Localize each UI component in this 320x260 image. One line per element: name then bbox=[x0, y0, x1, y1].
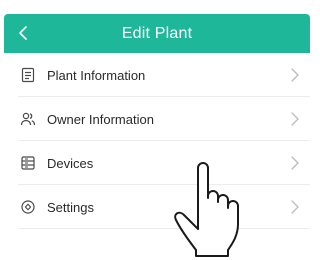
menu-item-label: Settings bbox=[47, 199, 94, 215]
app-header: Edit Plant bbox=[4, 14, 310, 53]
settings-icon bbox=[19, 198, 37, 216]
chevron-left-icon[interactable] bbox=[14, 23, 34, 43]
menu-item-label: Owner Information bbox=[47, 111, 154, 127]
users-icon bbox=[19, 110, 37, 128]
menu-item-devices[interactable]: Devices bbox=[4, 141, 310, 185]
device-icon bbox=[19, 154, 37, 172]
document-icon bbox=[19, 66, 37, 84]
menu-item-settings[interactable]: Settings bbox=[4, 185, 310, 229]
menu-item-plant-information[interactable]: Plant Information bbox=[4, 53, 310, 97]
chevron-right-icon bbox=[291, 156, 299, 170]
chevron-right-icon bbox=[291, 112, 299, 126]
menu-item-label: Plant Information bbox=[47, 67, 146, 83]
pointing-hand-icon bbox=[174, 162, 239, 257]
chevron-right-icon bbox=[291, 200, 299, 214]
page-title: Edit Plant bbox=[121, 24, 193, 42]
menu-item-label: Devices bbox=[47, 155, 94, 171]
menu-list: Plant Information Owner Information Devi… bbox=[4, 53, 310, 229]
menu-item-owner-information[interactable]: Owner Information bbox=[4, 97, 310, 141]
chevron-right-icon bbox=[291, 68, 299, 82]
